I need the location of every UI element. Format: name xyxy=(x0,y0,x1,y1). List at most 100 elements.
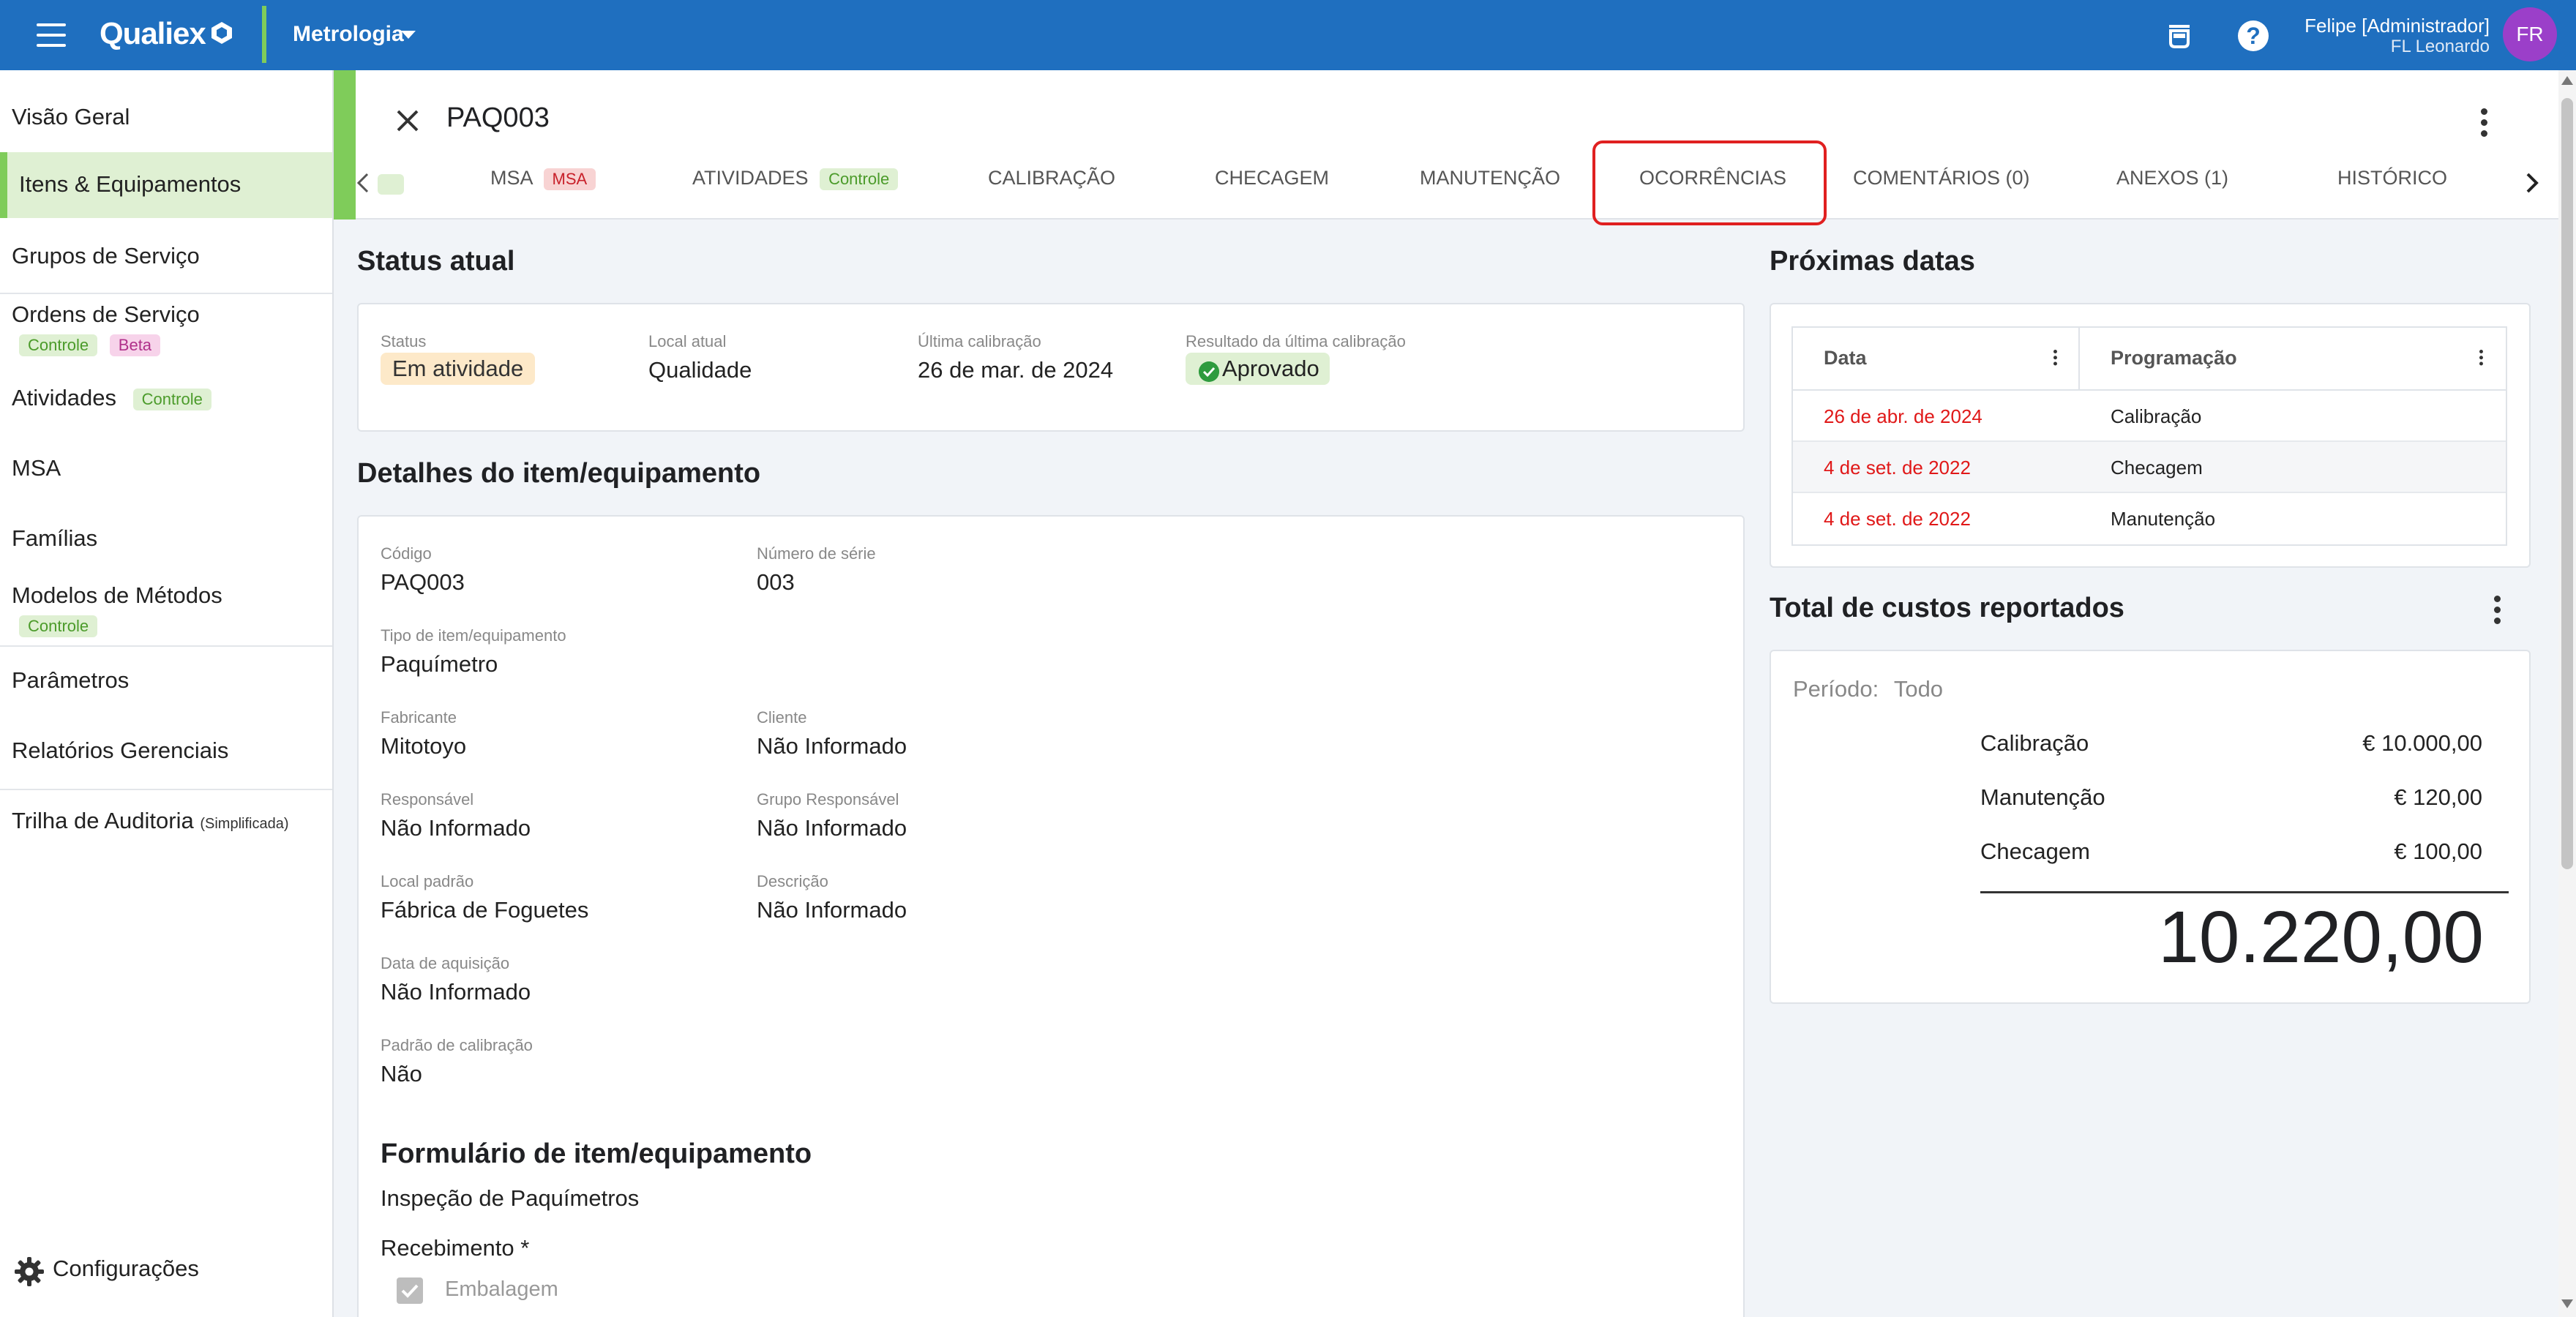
tab-msa[interactable]: MSA MSA xyxy=(490,167,596,190)
sidebar-item-label: Ordens de Serviço xyxy=(12,301,200,327)
configuracoes-link[interactable]: Configurações xyxy=(53,1256,199,1282)
topbar-divider xyxy=(262,6,266,63)
user-name[interactable]: Felipe [Administrador] xyxy=(2304,15,2490,37)
sidebar-item-label: Itens & Equipamentos xyxy=(19,171,242,197)
sidebar-divider xyxy=(0,645,332,647)
tipo-value: Paquímetro xyxy=(381,651,498,677)
period-filter[interactable]: Período: Todo xyxy=(1793,676,1943,702)
tab-calibracao[interactable]: CALIBRAÇÃO xyxy=(988,167,1115,190)
active-indicator xyxy=(334,70,356,220)
program-cell: Manutenção xyxy=(2111,508,2216,530)
menu-icon[interactable] xyxy=(37,23,66,47)
column-menu-icon[interactable] xyxy=(2053,350,2058,366)
sidebar-item-atividades[interactable]: Atividades Controle xyxy=(0,385,332,411)
sidebar-item-ordens-servico[interactable]: Ordens de Serviço Controle Beta xyxy=(0,301,332,357)
tab-atividades[interactable]: ATIVIDADES Controle xyxy=(692,167,899,190)
codigo-label: Código xyxy=(381,544,432,563)
cost-value-manutencao: € 120,00 xyxy=(2394,784,2482,810)
sidebar-item-trilha-auditoria[interactable]: Trilha de Auditoria (Simplificada) xyxy=(0,808,332,834)
program-cell: Checagem xyxy=(2111,457,2203,479)
item-header xyxy=(334,70,2558,220)
ultima-calibracao-value: 26 de mar. de 2024 xyxy=(918,357,1114,383)
grupo-value: Não Informado xyxy=(757,815,907,841)
module-selector[interactable]: Metrologia xyxy=(293,22,404,47)
coffee-cup-icon[interactable] xyxy=(2165,22,2194,51)
sidebar-item-relatorios[interactable]: Relatórios Gerenciais xyxy=(0,738,332,764)
status-badge: Em atividade xyxy=(381,353,536,385)
aquisicao-value: Não Informado xyxy=(381,979,531,1005)
local-atual-label: Local atual xyxy=(648,332,727,350)
tab-manutencao[interactable]: MANUTENÇÃO xyxy=(1420,167,1560,190)
sidebar-item-modelos-metodos[interactable]: Modelos de Métodos Controle xyxy=(0,582,332,638)
sidebar-item-grupos-servico[interactable]: Grupos de Serviço xyxy=(0,243,332,269)
tab-label: MSA xyxy=(490,167,533,189)
tab-partial-badge xyxy=(378,174,404,195)
form-group-title: Recebimento * xyxy=(381,1235,530,1261)
cost-value-calibracao: € 10.000,00 xyxy=(2362,730,2482,756)
gear-icon[interactable] xyxy=(13,1256,45,1288)
fabricante-label: Fabricante xyxy=(381,708,457,727)
responsavel-value: Não Informado xyxy=(381,815,531,841)
cliente-value: Não Informado xyxy=(757,733,907,759)
sidebar-item-label: Modelos de Métodos xyxy=(12,582,222,608)
sidebar-item-itens-equipamentos[interactable]: Itens & Equipamentos xyxy=(0,152,332,218)
tab-anexos[interactable]: ANEXOS (1) xyxy=(2116,167,2228,190)
tab-comentarios[interactable]: COMENTÁRIOS (0) xyxy=(1853,167,2030,190)
controle-badge: Controle xyxy=(19,334,98,356)
cost-name-manutencao: Manutenção xyxy=(1980,784,2105,810)
more-options-icon[interactable] xyxy=(2481,108,2488,138)
page-title: PAQ003 xyxy=(446,102,550,133)
sidebar-item-visao-geral[interactable]: Visão Geral xyxy=(0,104,332,130)
table-row[interactable]: 26 de abr. de 2024 Calibração xyxy=(1793,391,2506,442)
costs-more-icon[interactable] xyxy=(2494,596,2501,625)
chevron-left-icon[interactable] xyxy=(356,173,370,193)
sidebar-item-label: Grupos de Serviço xyxy=(12,243,200,269)
close-icon[interactable] xyxy=(394,107,422,135)
next-dates-title: Próximas datas xyxy=(1770,246,1975,277)
column-header-programacao[interactable]: Programação xyxy=(2111,347,2237,369)
padrao-cal-label: Padrão de calibração xyxy=(381,1036,533,1054)
help-icon[interactable]: ? xyxy=(2238,20,2269,51)
next-dates-table: Data Programação 26 de abr. de 2024 Cali… xyxy=(1791,326,2507,546)
scroll-up-icon[interactable] xyxy=(2561,76,2573,85)
embalagem-checkbox[interactable] xyxy=(397,1277,423,1304)
table-row[interactable]: 4 de set. de 2022 Manutenção xyxy=(1793,493,2506,544)
cost-name-checagem: Checagem xyxy=(1980,838,2090,864)
sidebar-item-label: Famílias xyxy=(12,525,98,551)
column-menu-icon[interactable] xyxy=(2479,350,2484,366)
sidebar-divider xyxy=(0,789,332,790)
logo-mark-icon xyxy=(211,22,232,44)
form-section-title: Formulário de item/equipamento xyxy=(381,1138,812,1169)
padrao-cal-value: Não xyxy=(381,1061,422,1087)
scroll-down-icon[interactable] xyxy=(2561,1299,2573,1308)
top-bar: Qualiex Metrologia ? Felipe [Administrad… xyxy=(0,0,2576,70)
scrollbar-thumb[interactable] xyxy=(2561,98,2573,869)
grupo-label: Grupo Responsável xyxy=(757,790,899,808)
aquisicao-label: Data de aquisição xyxy=(381,954,510,972)
sidebar-item-parametros[interactable]: Parâmetros xyxy=(0,667,332,694)
chevron-down-icon[interactable] xyxy=(401,31,416,39)
tab-historico[interactable]: HISTÓRICO xyxy=(2337,167,2447,190)
app-logo[interactable]: Qualiex xyxy=(100,16,206,51)
descricao-label: Descrição xyxy=(757,872,828,890)
sidebar-item-label: MSA xyxy=(12,455,61,481)
local-padrao-label: Local padrão xyxy=(381,872,474,890)
chevron-right-icon[interactable] xyxy=(2523,171,2541,195)
avatar[interactable]: FR xyxy=(2503,7,2557,61)
status-section-title: Status atual xyxy=(357,246,515,277)
column-header-data[interactable]: Data xyxy=(1824,347,1867,369)
sidebar-item-label: Atividades xyxy=(12,385,117,410)
tab-ocorrencias[interactable]: OCORRÊNCIAS xyxy=(1639,167,1786,190)
codigo-value: PAQ003 xyxy=(381,569,465,595)
period-label: Período: xyxy=(1793,676,1879,702)
descricao-value: Não Informado xyxy=(757,897,907,923)
table-row[interactable]: 4 de set. de 2022 Checagem xyxy=(1793,442,2506,493)
sidebar-item-label: Parâmetros xyxy=(12,667,130,693)
date-cell: 26 de abr. de 2024 xyxy=(1824,405,1982,427)
serie-label: Número de série xyxy=(757,544,876,563)
period-value: Todo xyxy=(1893,676,1944,702)
sidebar-item-msa[interactable]: MSA xyxy=(0,455,332,481)
tab-checagem[interactable]: CHECAGEM xyxy=(1215,167,1329,190)
sidebar-item-familias[interactable]: Famílias xyxy=(0,525,332,552)
date-cell: 4 de set. de 2022 xyxy=(1824,508,1971,530)
